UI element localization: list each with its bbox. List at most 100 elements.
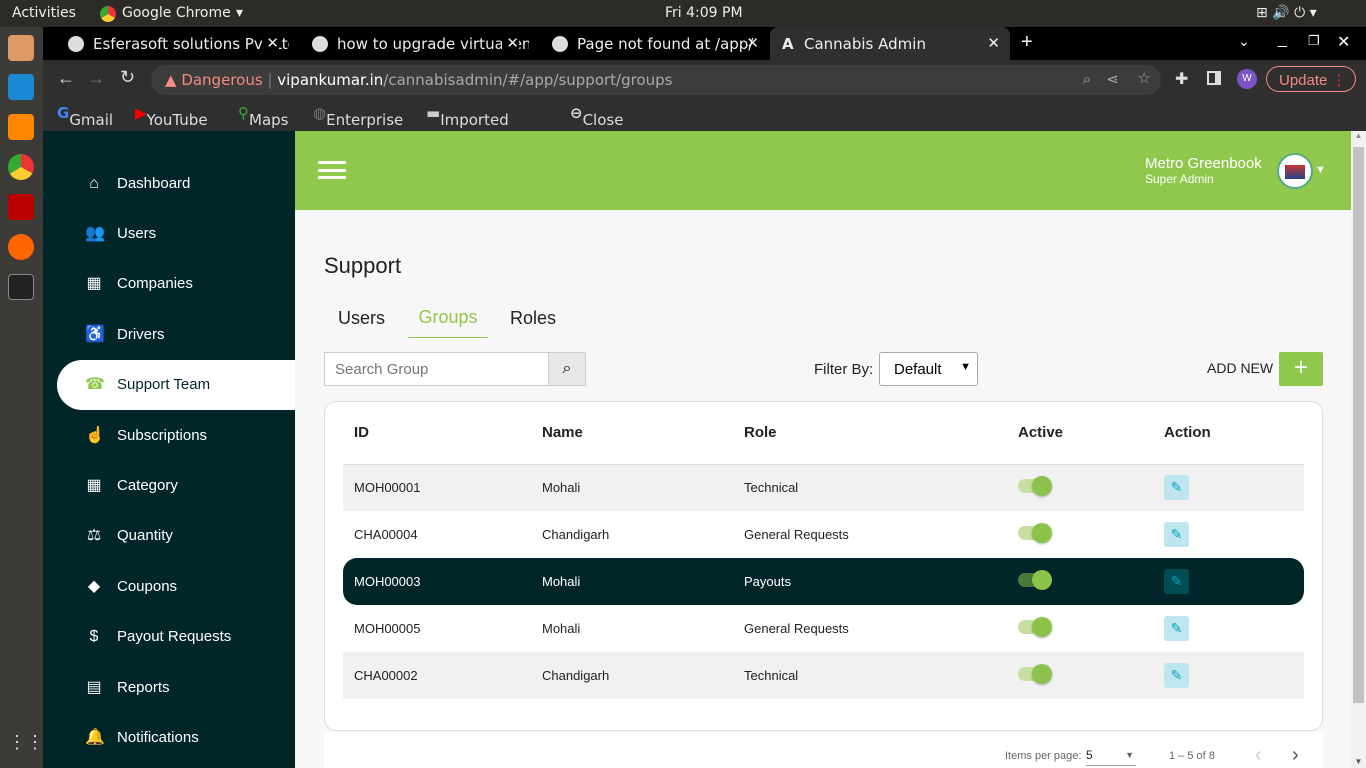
app-menu[interactable]: Google Chrome (122, 5, 231, 21)
table-row[interactable]: CHA00004 Chandigarh General Requests ✎ (343, 511, 1304, 558)
column-header-active[interactable]: Active (1018, 402, 1164, 464)
user-avatar[interactable] (1277, 153, 1313, 189)
clock[interactable]: Fri 4:09 PM (665, 5, 743, 21)
active-toggle[interactable] (1018, 664, 1052, 684)
close-tab-icon[interactable]: ✕ (502, 34, 519, 52)
page-size-select[interactable]: 5 ▼ (1086, 748, 1136, 766)
user-menu-caret-icon[interactable]: ▼ (1315, 164, 1326, 176)
reload-button[interactable]: ↻ (120, 67, 135, 88)
active-toggle[interactable] (1018, 523, 1052, 543)
close-tab-icon[interactable]: ✕ (262, 34, 279, 52)
ticket-icon: ◆ (87, 578, 101, 595)
bookmark-star-icon[interactable]: ☆ (1138, 69, 1151, 87)
tab-esferasoft[interactable]: Esferasoft solutions Pvt Ltd ✕ (49, 27, 289, 60)
tab-roles[interactable]: Roles (510, 308, 556, 329)
main-content: Metro Greenbook Super Admin ▼ Support Us… (295, 131, 1351, 768)
tab-users[interactable]: Users (338, 308, 385, 329)
sidebar-item-dashboard[interactable]: ⌂ Dashboard (57, 159, 295, 209)
extensions-icon[interactable]: ✚ (1175, 69, 1188, 89)
apps-grid-icon[interactable]: ⋮⋮ (8, 732, 44, 758)
sublime-icon[interactable] (8, 114, 34, 140)
edit-button[interactable]: ✎ (1164, 569, 1189, 594)
sidebar-item-quantity[interactable]: ⚖ Quantity (57, 511, 295, 561)
sidebar-item-reports[interactable]: ▤ Reports (57, 663, 295, 713)
postman-icon[interactable] (8, 234, 34, 260)
sidebar-item-support-team[interactable]: ☎ Support Team (57, 360, 295, 410)
address-bar-row: ← → ↻ ▲ Dangerous | vipankumar.in/cannab… (43, 60, 1366, 97)
hamburger-menu-icon[interactable] (318, 161, 346, 179)
edit-button[interactable]: ✎ (1164, 663, 1189, 688)
add-new-button[interactable]: + (1279, 352, 1323, 386)
sidebar-item-drivers[interactable]: ♿ Drivers (57, 310, 295, 360)
search-input[interactable] (324, 352, 549, 386)
edit-button[interactable]: ✎ (1164, 475, 1189, 501)
bookmark-close[interactable]: ⊖ Close (570, 104, 623, 129)
close-tab-icon[interactable]: ✕ (746, 34, 759, 52)
sidebar-item-subscriptions[interactable]: ☝ Subscriptions (57, 411, 295, 461)
close-tab-icon[interactable]: ✕ (987, 34, 1000, 52)
sidebar-item-payout-requests[interactable]: $ Payout Requests (57, 612, 295, 662)
share-icon[interactable]: ⋖ (1106, 70, 1119, 88)
omnibox[interactable]: ▲ Dangerous | vipankumar.in/cannabisadmi… (151, 65, 1161, 95)
table-row[interactable]: CHA00002 Chandigarh Technical ✎ (343, 652, 1304, 699)
sidebar-item-category[interactable]: ▦ Category (57, 461, 295, 511)
column-header-role[interactable]: Role (744, 402, 1018, 464)
column-header-name[interactable]: Name (542, 402, 744, 464)
close-window-button[interactable]: ✕ (1337, 32, 1350, 52)
activities-button[interactable]: Activities (12, 5, 76, 21)
vscode-icon[interactable] (8, 74, 34, 100)
table-row[interactable]: MOH00003 Mohali Payouts ✎ (343, 558, 1304, 605)
minimize-button[interactable]: _ (1278, 31, 1287, 49)
update-button[interactable]: Update ⋮ (1266, 66, 1356, 92)
filter-select[interactable]: Default ▼ (879, 352, 978, 386)
sidebar-item-label: Quantity (117, 527, 173, 544)
bookmark-enterprise[interactable]: ◍ Enterprise (313, 104, 403, 129)
back-button[interactable]: ← (57, 68, 75, 89)
profile-avatar[interactable]: W (1237, 69, 1257, 89)
table-row[interactable]: MOH00001 Mohali Technical ✎ (343, 464, 1304, 511)
next-page-button[interactable]: › (1292, 744, 1299, 767)
globe-icon (552, 36, 568, 52)
scrollbar-thumb[interactable] (1353, 147, 1364, 703)
scroll-down-icon[interactable]: ▼ (1351, 757, 1366, 766)
tab-search-icon[interactable]: ⌄ (1238, 33, 1250, 50)
edit-button[interactable]: ✎ (1164, 522, 1189, 547)
side-panel-icon[interactable] (1207, 71, 1221, 85)
previous-page-button[interactable]: ‹ (1255, 744, 1262, 767)
column-header-id[interactable]: ID (343, 402, 542, 464)
bookmark-gmail[interactable]: G Gmail (57, 104, 113, 129)
table-row[interactable]: MOH00005 Mohali General Requests ✎ (343, 605, 1304, 652)
bookmark-youtube[interactable]: ▶ YouTube (135, 104, 208, 129)
search-button[interactable]: ⌕ (548, 352, 586, 386)
active-toggle[interactable] (1018, 617, 1052, 637)
tab-groups[interactable]: Groups (408, 307, 488, 338)
new-tab-button[interactable]: + (1021, 31, 1033, 54)
files-icon[interactable] (8, 35, 34, 61)
sidebar-item-label: Support Team (117, 376, 211, 393)
scroll-up-icon[interactable]: ▲ (1351, 131, 1366, 140)
bookmark-imported[interactable]: ▬ Imported Fro... (426, 104, 509, 147)
forward-button[interactable]: → (87, 68, 105, 89)
network-icon[interactable]: ⊞ 🔊 ⏻ ▾ (1256, 5, 1317, 21)
terminal-icon[interactable] (8, 274, 34, 300)
filezilla-icon[interactable] (8, 194, 34, 220)
zoom-icon[interactable]: ⌕ (1083, 70, 1091, 88)
sidebar-item-users[interactable]: 👥 Users (57, 209, 295, 259)
active-toggle[interactable] (1018, 476, 1052, 497)
active-toggle[interactable] (1018, 570, 1052, 590)
tab-cannabis-admin[interactable]: A Cannabis Admin ✕ (770, 27, 1010, 60)
bookmark-maps[interactable]: ⚲ Maps (238, 104, 288, 129)
tab-google[interactable]: how to upgrade virtual env ✕ (293, 27, 529, 60)
tab-page-not-found[interactable]: Page not found at /app/✕ (533, 27, 769, 60)
edit-button[interactable]: ✎ (1164, 616, 1189, 641)
add-new-label[interactable]: ADD NEW (1207, 360, 1273, 376)
sidebar-item-companies[interactable]: ▦ Companies (57, 259, 295, 309)
scrollbar[interactable]: ▲ ▼ (1351, 131, 1366, 768)
security-label[interactable]: Dangerous (181, 71, 262, 89)
sidebar-item-notifications[interactable]: 🔔 Notifications (57, 713, 295, 763)
chrome-dock-icon[interactable] (8, 154, 34, 180)
sidebar-item-coupons[interactable]: ◆ Coupons (57, 562, 295, 612)
chevron-down-icon: ▾ (236, 5, 244, 21)
bookmarks-bar: G Gmail ▶ YouTube ⚲ Maps ◍ Enterprise ▬ … (43, 97, 1366, 147)
restore-button[interactable]: ❐ (1308, 33, 1320, 49)
